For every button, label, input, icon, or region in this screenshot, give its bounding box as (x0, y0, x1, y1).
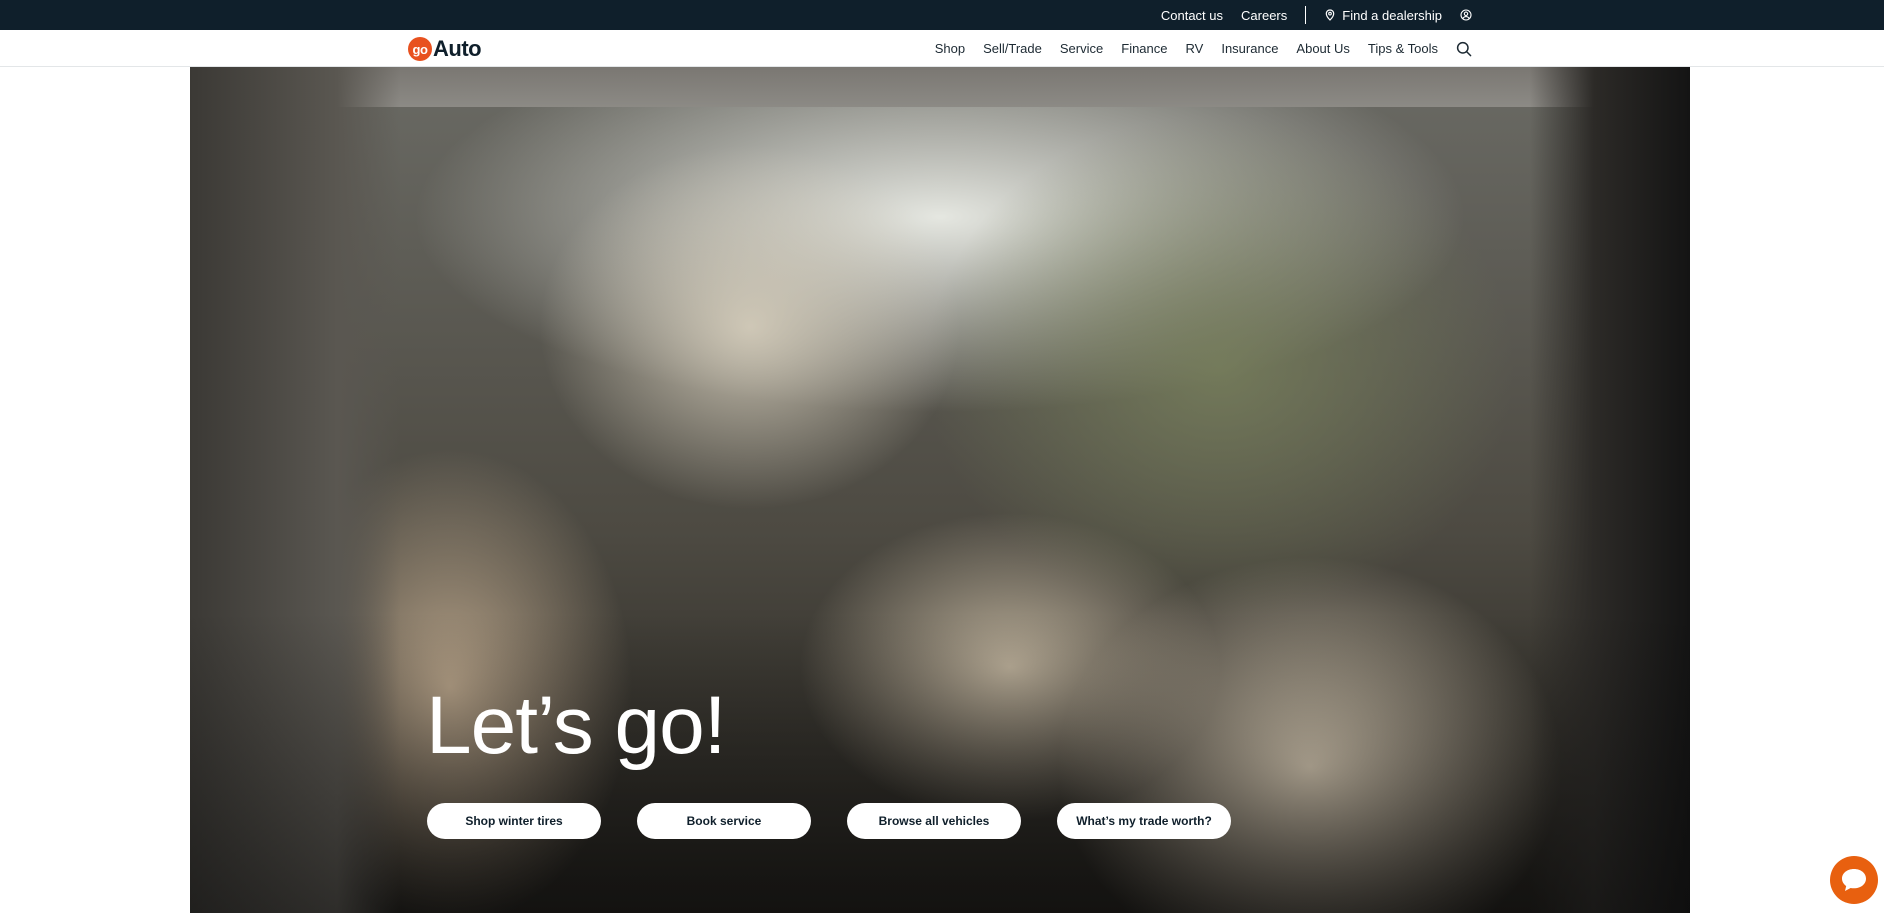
careers-link[interactable]: Careers (1241, 8, 1287, 23)
nav-item-finance[interactable]: Finance (1121, 41, 1167, 56)
location-pin-icon (1324, 9, 1336, 21)
contact-us-link[interactable]: Contact us (1161, 8, 1223, 23)
nav-item-insurance[interactable]: Insurance (1221, 41, 1278, 56)
main-nav: go Auto Shop Sell/Trade Service Finance … (0, 30, 1884, 67)
shop-winter-tires-button[interactable]: Shop winter tires (427, 803, 601, 839)
hero-cta-row: Shop winter tires Book service Browse al… (427, 803, 1231, 839)
trade-worth-button[interactable]: What’s my trade worth? (1057, 803, 1231, 839)
find-dealership-label: Find a dealership (1342, 7, 1442, 23)
hero-title: Let’s go! (426, 680, 727, 771)
nav-item-about-us[interactable]: About Us (1296, 41, 1349, 56)
logo-wordmark: Auto (433, 36, 482, 61)
book-service-button[interactable]: Book service (637, 803, 811, 839)
nav-item-shop[interactable]: Shop (935, 41, 965, 56)
nav-list: Shop Sell/Trade Service Finance RV Insur… (935, 30, 1472, 67)
hero-banner: Let’s go! Shop winter tires Book service… (190, 67, 1690, 913)
nav-item-tips-tools[interactable]: Tips & Tools (1368, 41, 1438, 56)
browse-all-vehicles-button[interactable]: Browse all vehicles (847, 803, 1021, 839)
hero-photo-trunk-roof (190, 67, 1690, 107)
nav-item-rv[interactable]: RV (1186, 41, 1204, 56)
chat-button[interactable] (1830, 856, 1878, 904)
utility-divider (1305, 6, 1307, 24)
account-icon[interactable] (1460, 9, 1472, 21)
find-dealership-link[interactable]: Find a dealership (1324, 8, 1442, 23)
nav-item-service[interactable]: Service (1060, 41, 1103, 56)
goauto-logo[interactable]: go Auto (408, 36, 482, 62)
logo-badge: go (408, 37, 432, 61)
chat-icon (1839, 866, 1869, 894)
hero-photo-shade (190, 613, 1690, 913)
utility-bar: Contact us Careers Find a dealership (0, 0, 1884, 30)
utility-links: Contact us Careers Find a dealership (1161, 0, 1472, 30)
search-icon[interactable] (1456, 41, 1472, 57)
nav-item-sell-trade[interactable]: Sell/Trade (983, 41, 1042, 56)
